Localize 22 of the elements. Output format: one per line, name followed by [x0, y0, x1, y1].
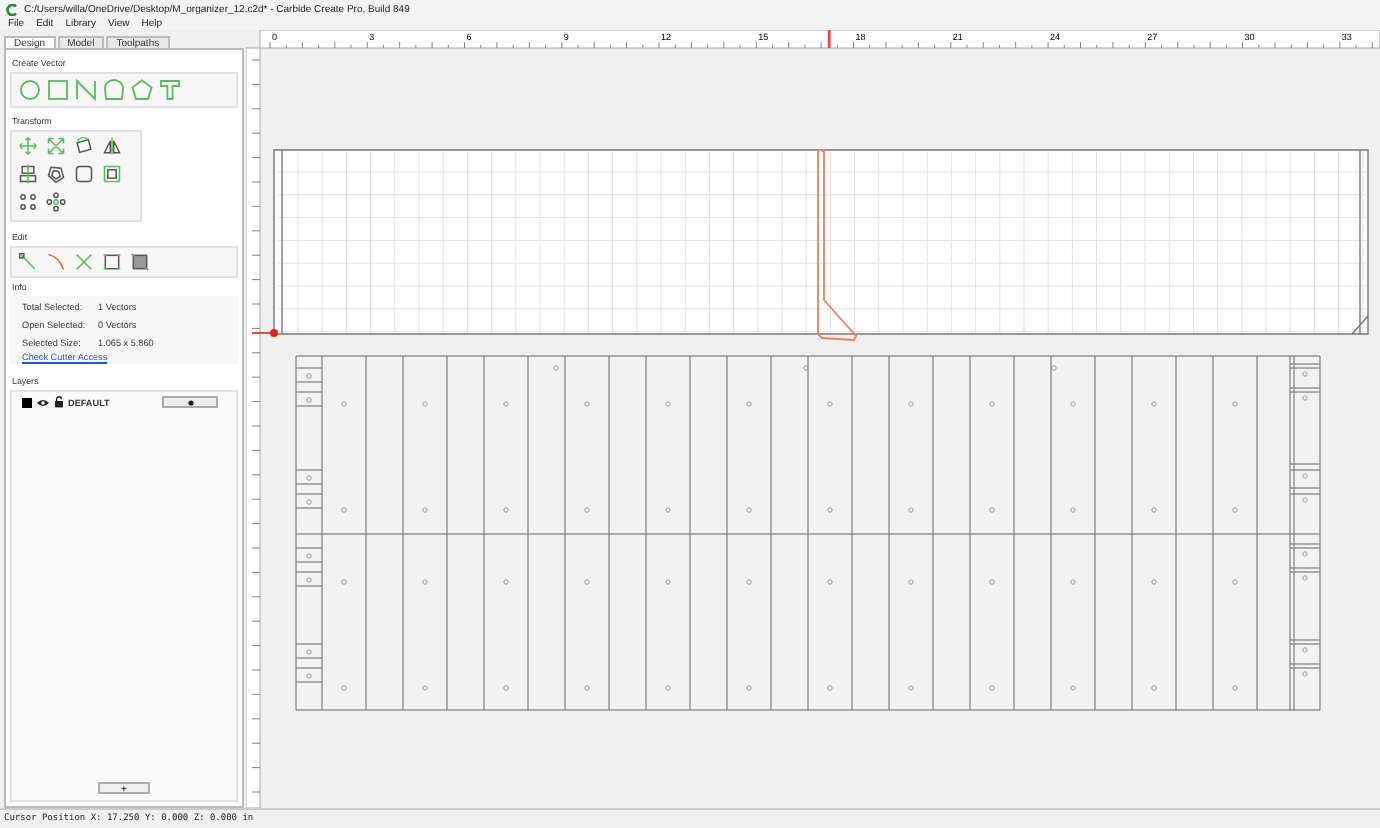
stock-sheet[interactable] [273, 149, 1369, 335]
circular-pattern-icon[interactable] [46, 192, 66, 212]
origin-marker [251, 329, 278, 337]
fill-shape-icon[interactable] [130, 252, 150, 272]
selected-vector[interactable] [817, 149, 857, 341]
offset-icon[interactable] [46, 164, 66, 184]
inset-square-icon[interactable] [102, 164, 122, 184]
grid-pattern-icon[interactable] [18, 192, 38, 212]
rounded-square-icon[interactable] [74, 164, 94, 184]
curve-edit-icon[interactable] [46, 252, 66, 272]
app-icon [6, 3, 18, 15]
mirror-icon[interactable] [102, 136, 122, 156]
eye-icon[interactable] [36, 397, 50, 407]
dot-icon [187, 399, 193, 405]
lock-icon[interactable] [54, 396, 64, 408]
align-icon[interactable] [18, 164, 38, 184]
ruler-position-marker [827, 30, 831, 48]
boundary-icon[interactable] [102, 252, 122, 272]
node-edit-icon[interactable] [18, 252, 38, 272]
layer-options-button[interactable] [162, 396, 218, 408]
layer-color-swatch[interactable] [22, 397, 32, 407]
rotate-icon[interactable] [74, 136, 94, 156]
